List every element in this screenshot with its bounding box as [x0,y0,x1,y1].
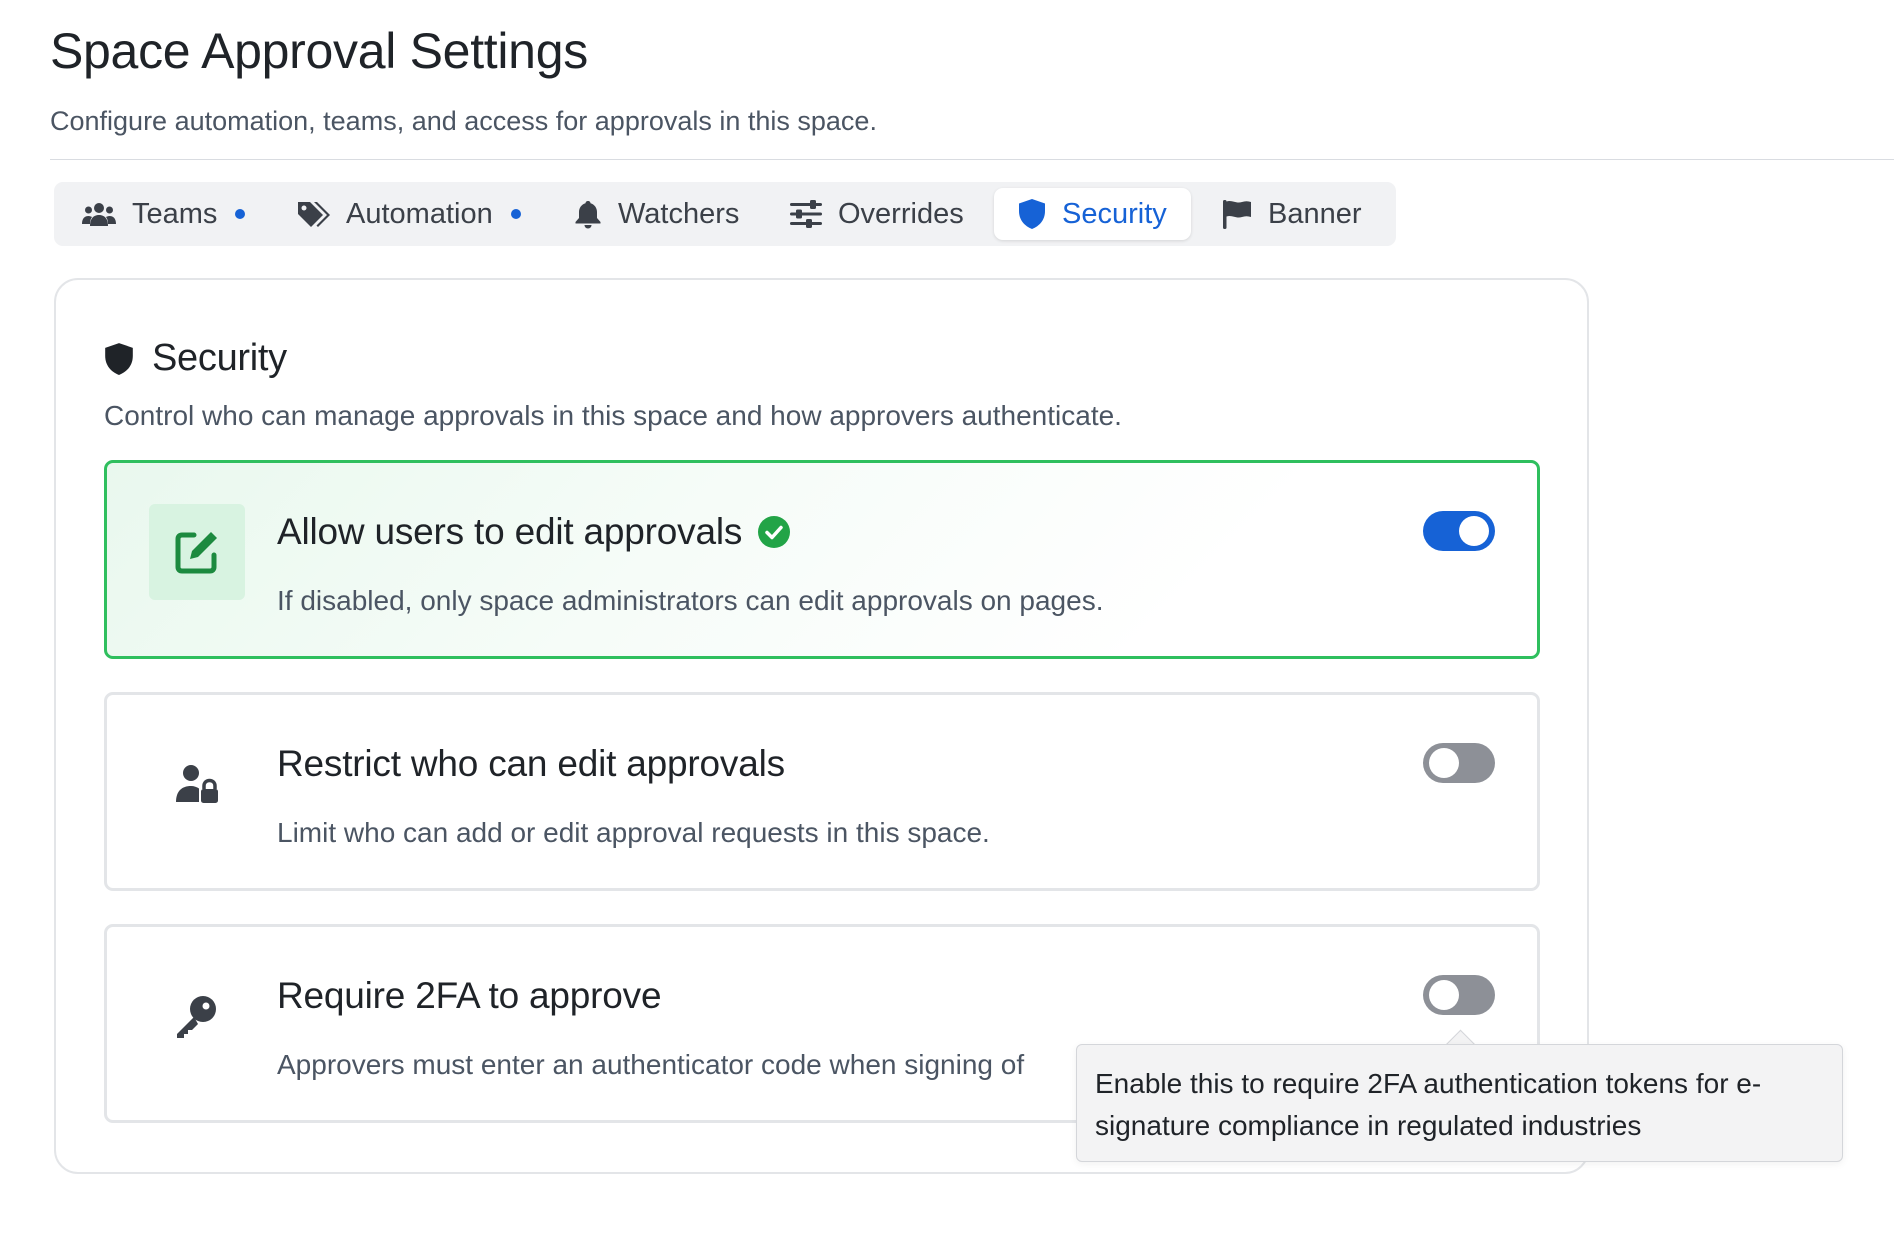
option-restrict-edit: Restrict who can edit approvals Limit wh… [104,692,1540,891]
option-icon-box [149,968,245,1064]
option-title: Allow users to edit approvals [277,511,791,553]
tab-banner[interactable]: Banner [1214,188,1370,240]
key-icon [177,996,216,1038]
tab-security[interactable]: Security [994,188,1191,240]
tab-watchers[interactable]: Watchers [566,188,747,240]
option-description: Approvers must enter an authenticator co… [277,1049,1025,1080]
option-description: If disabled, only space administrators c… [277,585,1104,616]
tab-label: Watchers [618,197,740,230]
user-lock-icon [176,765,218,803]
automation-indicator-dot [510,209,521,219]
tab-teams[interactable]: Teams [74,188,253,240]
toggle-knob [1459,516,1489,546]
header-divider [50,159,1894,160]
page-title: Space Approval Settings [50,23,588,79]
tab-label: Automation [346,197,493,230]
section-header: Security [104,337,287,380]
tab-label: Security [1062,197,1167,230]
users-icon [82,203,116,226]
option-title: Restrict who can edit approvals [277,743,785,785]
flag-icon [1223,200,1251,229]
check-circle-icon [758,516,791,548]
tags-icon [298,202,330,227]
tab-label: Overrides [838,197,964,230]
tab-label: Teams [132,197,218,230]
sliders-icon [790,200,822,228]
teams-indicator-dot [235,209,246,219]
option-icon-box [149,736,245,832]
page-subtitle: Configure automation, teams, and access … [50,106,877,136]
shield-icon [1019,199,1045,229]
toggle-knob [1429,748,1459,778]
settings-tabs: Teams Automation Watchers Overrides Secu… [54,182,1396,246]
option-allow-edit: Allow users to edit approvals If disable… [104,460,1540,659]
restrict-edit-toggle[interactable] [1423,743,1495,783]
toggle-knob [1429,980,1459,1010]
tooltip: Enable this to require 2FA authenticatio… [1076,1044,1843,1162]
edit-icon [175,532,217,574]
option-title-text: Require 2FA to approve [277,975,662,1016]
tab-overrides[interactable]: Overrides [782,188,972,240]
bell-icon [575,201,601,229]
tab-automation[interactable]: Automation [288,188,529,240]
shield-icon [105,342,133,375]
option-description: Limit who can add or edit approval reque… [277,817,990,848]
section-description: Control who can manage approvals in this… [104,400,1122,431]
option-title-text: Allow users to edit approvals [277,511,743,552]
option-title-text: Restrict who can edit approvals [277,743,785,784]
option-icon-box [149,504,245,600]
tab-label: Banner [1268,197,1362,230]
option-title: Require 2FA to approve [277,975,662,1017]
allow-edit-toggle[interactable] [1423,511,1495,551]
section-title: Security [152,337,287,379]
require-2fa-toggle[interactable] [1423,975,1495,1015]
